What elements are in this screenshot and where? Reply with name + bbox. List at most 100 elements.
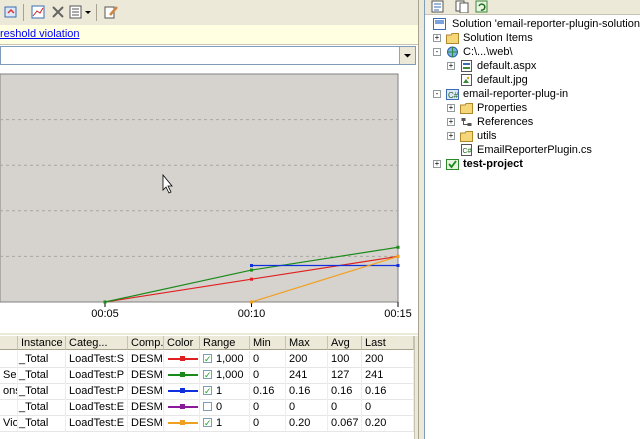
expand-icon[interactable]: + [447, 118, 455, 126]
threshold-violation-link[interactable]: reshold violation [0, 28, 80, 40]
series-color-swatch [168, 372, 198, 377]
computer-cell: DESME-JOY [128, 383, 164, 399]
series-color-swatch [168, 388, 198, 393]
line-chart: 00:05 00:10 00:15 [0, 73, 412, 320]
tree-node-label: default.aspx [477, 60, 537, 72]
cs-file-icon: C# [461, 144, 472, 156]
folder-icon [460, 103, 473, 114]
max-cell: 0.16 [286, 383, 328, 399]
data-point [103, 300, 107, 304]
expand-icon[interactable]: + [433, 160, 441, 168]
tree-node[interactable]: - C# email-reporter-plug-in [425, 87, 640, 101]
counter-list-icon[interactable] [68, 4, 84, 20]
color-swatch-cell [164, 399, 200, 415]
data-point [396, 254, 400, 258]
show-series-checkbox[interactable] [203, 415, 212, 431]
graph-selector-dropdown[interactable] [0, 46, 416, 65]
show-series-checkbox[interactable] [203, 367, 212, 383]
threshold-info-bar: reshold violation [0, 25, 418, 45]
table-row[interactable]: _TotalLoadTest:SDESME-JOY1,0000200100200 [0, 351, 414, 368]
expand-icon[interactable]: + [433, 34, 441, 42]
expand-icon[interactable]: + [447, 62, 455, 70]
expand-icon[interactable]: + [447, 132, 455, 140]
column-header[interactable]: Categ... [66, 336, 128, 350]
solution-icon [433, 18, 446, 30]
tree-node[interactable]: + Properties [425, 101, 640, 115]
x-tick-label: 00:05 [91, 308, 119, 320]
show-series-checkbox[interactable] [203, 351, 212, 367]
collapse-icon[interactable]: - [433, 48, 441, 56]
range-cell: 1,000 [200, 351, 250, 367]
color-swatch-cell [164, 367, 200, 383]
tree-node[interactable]: + References [425, 115, 640, 129]
tree-node-label: email-reporter-plug-in [463, 88, 569, 100]
tree-node[interactable]: - C:\...\web\ [425, 45, 640, 59]
table-row[interactable]: Viola_TotalLoadTest:EDESME-JOY100.200.06… [0, 415, 414, 432]
range-cell: 1,000 [200, 367, 250, 383]
expand-icon[interactable]: + [447, 104, 455, 112]
counter-cell: Sec [0, 367, 18, 383]
csharp-project-icon: C# [446, 89, 459, 100]
data-point [396, 245, 400, 249]
refresh-icon[interactable] [3, 4, 19, 20]
category-cell: LoadTest:P [66, 367, 128, 383]
last-cell: 0.16 [362, 383, 414, 399]
tree-node-label: EmailReporterPlugin.cs [477, 144, 592, 156]
show-all-files-icon[interactable] [455, 0, 469, 13]
column-header[interactable]: Color [164, 336, 200, 350]
table-row[interactable]: Sec_TotalLoadTest:PDESME-JOY1,0000241127… [0, 367, 414, 384]
column-header[interactable]: Min [250, 336, 286, 350]
column-header[interactable]: Range [200, 336, 250, 350]
tree-node[interactable]: + default.aspx [425, 59, 640, 73]
min-cell: 0.16 [250, 383, 286, 399]
range-cell: 1 [200, 415, 250, 431]
category-cell: LoadTest:P [66, 383, 128, 399]
tree-node[interactable]: + test-project [425, 157, 640, 171]
tree-node[interactable]: + Solution Items [425, 31, 640, 45]
delete-icon[interactable] [50, 4, 66, 20]
column-header[interactable]: Avg [328, 336, 362, 350]
column-header[interactable] [0, 336, 18, 350]
tree-node-label: default.jpg [477, 74, 528, 86]
collapse-icon[interactable]: - [433, 90, 441, 98]
instance-cell: _Total [18, 367, 66, 383]
column-header[interactable]: Max [286, 336, 328, 350]
tree-node[interactable]: + utils [425, 129, 640, 143]
counter-cell [0, 399, 18, 415]
show-series-checkbox[interactable] [203, 402, 212, 411]
chevron-down-icon[interactable] [84, 4, 92, 20]
pane-divider [0, 333, 418, 335]
website-icon [447, 46, 458, 58]
properties-icon[interactable] [431, 0, 445, 13]
tree-node-label: References [477, 116, 534, 128]
instance-cell: _Total [18, 351, 66, 367]
tree-node[interactable]: C# EmailReporterPlugin.cs [425, 143, 640, 157]
column-header[interactable]: Instance [18, 336, 66, 350]
load-test-graph-pane: reshold violation 00:05 00:10 00:15 Instan… [0, 0, 418, 439]
avg-cell: 100 [328, 351, 362, 367]
counter-cell: Viola [0, 415, 18, 431]
tree-node-label: Solution Items [463, 32, 533, 44]
table-row[interactable]: _TotalLoadTest:EDESME-JOY00000 [0, 399, 414, 416]
graph-toolbar [0, 0, 418, 26]
tree-node[interactable]: default.jpg [425, 73, 640, 87]
column-header[interactable]: Comp... [128, 336, 164, 350]
last-cell: 0 [362, 399, 414, 415]
column-header[interactable]: Last [362, 336, 414, 350]
min-cell: 0 [250, 399, 286, 415]
max-cell: 241 [286, 367, 328, 383]
solution-explorer-toolbar [425, 0, 640, 15]
add-graph-icon[interactable] [30, 4, 46, 20]
table-row[interactable]: onse_TotalLoadTest:PDESME-JOY10.160.160.… [0, 383, 414, 400]
max-cell: 200 [286, 351, 328, 367]
color-swatch-cell [164, 351, 200, 367]
last-cell: 241 [362, 367, 414, 383]
tree-node-label: utils [477, 130, 497, 142]
dropdown-button[interactable] [399, 47, 415, 64]
refresh-icon[interactable] [475, 0, 489, 13]
color-swatch-cell [164, 415, 200, 431]
data-point [250, 264, 253, 268]
edit-icon[interactable] [103, 4, 119, 20]
show-series-checkbox[interactable] [203, 383, 212, 399]
category-cell: LoadTest:E [66, 415, 128, 431]
